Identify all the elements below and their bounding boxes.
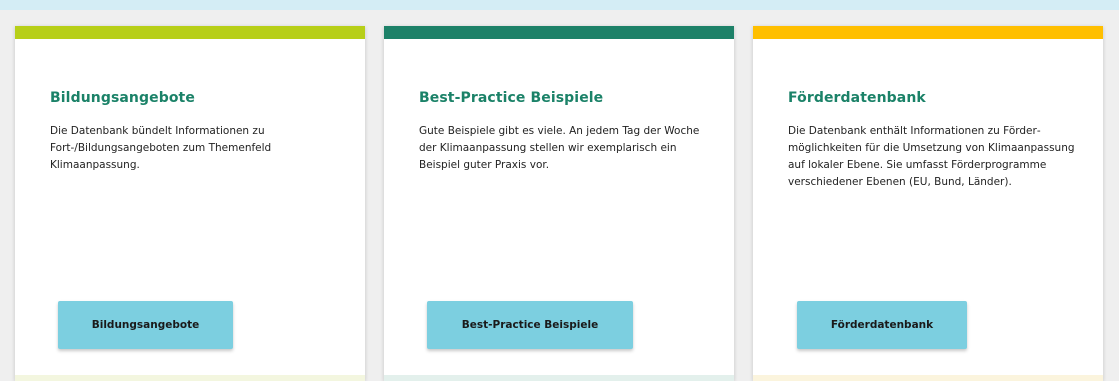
card-description: Gute Beispiele gibt es viele. An jedem T… bbox=[419, 125, 700, 171]
card-accent-bar bbox=[384, 26, 734, 39]
card-best-practice: Best-Practice Beispiele Gute Beispiele g… bbox=[384, 26, 734, 381]
card-description: Die Datenbank bündelt Informationen zu F… bbox=[50, 125, 272, 171]
bildungsangebote-button[interactable]: Bildungsangebote bbox=[58, 301, 233, 349]
card-accent-bar bbox=[753, 26, 1103, 39]
card-footer-strip bbox=[15, 375, 365, 381]
card-bildungsangebote: Bildungsangebote Die Datenbank bündelt I… bbox=[15, 26, 365, 381]
card-title: Förderdatenbank bbox=[788, 90, 926, 106]
best-practice-beispiele-button[interactable]: Best-Practice Beispiele bbox=[427, 301, 633, 349]
card-title: Bildungsangebote bbox=[50, 90, 195, 106]
card-title: Best-Practice Beispiele bbox=[419, 90, 604, 106]
card-footer-strip bbox=[753, 375, 1103, 381]
card-footer-strip bbox=[384, 375, 734, 381]
card-foerderdatenbank: Förderdatenbank Die Datenbank enthält In… bbox=[753, 26, 1103, 381]
foerderdatenbank-button[interactable]: Förderdatenbank bbox=[797, 301, 967, 349]
card-accent-bar bbox=[15, 26, 365, 39]
card-description: Die Datenbank enthält Informationen zu F… bbox=[788, 125, 1075, 188]
